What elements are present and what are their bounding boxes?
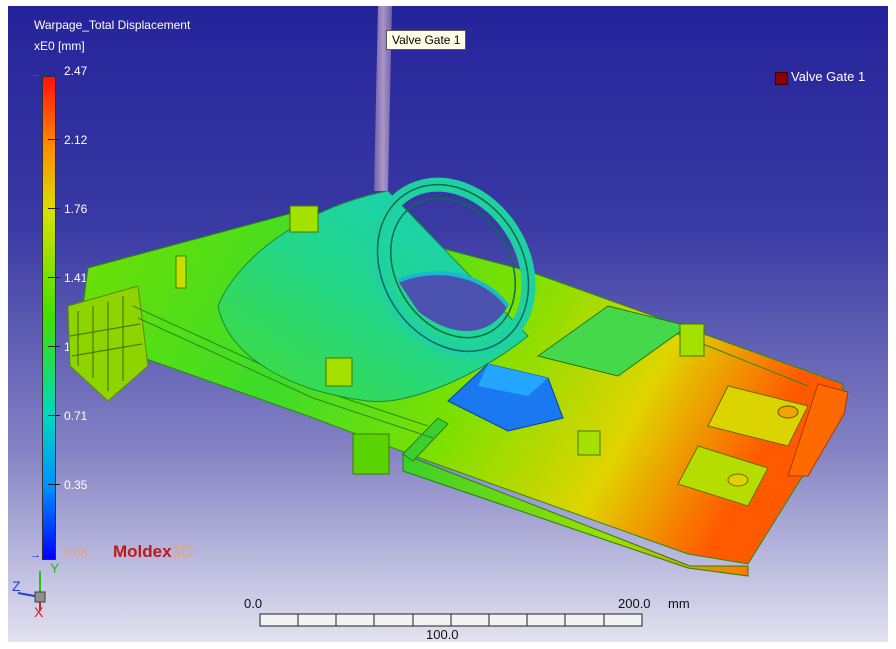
x-axis-label: X <box>34 604 44 620</box>
z-axis-label: Z <box>12 578 21 594</box>
valve-gate-legend-label: Valve Gate 1 <box>791 69 866 84</box>
scale-unit-label: mm <box>668 596 690 611</box>
3d-viewport[interactable]: Warpage_Total Displacement xE0 [mm] → → … <box>8 6 888 642</box>
moldex3d-logo: Moldex3D <box>113 542 194 561</box>
axis-triad[interactable]: Y Z X <box>10 561 70 621</box>
scale-start-label: 0.0 <box>244 596 263 611</box>
valve-gate-legend-swatch <box>775 72 788 85</box>
valve-gate-tooltip: Valve Gate 1 <box>386 30 467 50</box>
scale-end-label: 200.0 <box>618 596 651 611</box>
y-axis-label: Y <box>50 561 60 576</box>
scale-bar <box>259 613 643 627</box>
